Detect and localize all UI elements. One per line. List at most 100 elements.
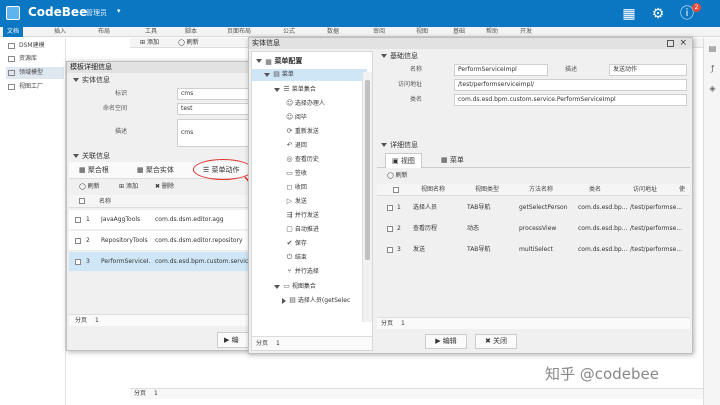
tree-scrollbar[interactable]	[362, 72, 372, 322]
tree-node-retract[interactable]: ◻ 收回	[286, 182, 307, 194]
menu-item-formula[interactable]: 公式	[283, 27, 295, 37]
table-row[interactable]: 1 JavaAggTools com.ds.dsm.editor.agg	[69, 210, 251, 230]
tree-node-resend[interactable]: ⟳ 重新发送	[286, 126, 319, 138]
menu-item-layout[interactable]: 布局	[98, 27, 110, 37]
tree-node-return[interactable]: ↶ 退回	[286, 140, 307, 152]
tree-node-view-collection[interactable]: ▭ 视图集合	[274, 281, 316, 293]
tree-node-menu-config[interactable]: ▦ 菜单配置	[256, 55, 302, 67]
field-desc-input[interactable]: cms	[177, 119, 249, 147]
row-checkbox[interactable]	[387, 204, 393, 211]
bg-page-number[interactable]: 1	[154, 389, 158, 399]
tab-menu[interactable]: ▦ 菜单	[435, 153, 470, 167]
bg-refresh-button[interactable]: ◯ 刷新	[178, 38, 199, 48]
menu-item-review[interactable]: 审阅	[373, 27, 385, 37]
row-checkbox[interactable]	[75, 216, 81, 223]
related-toolbar: ◯ 刷新 ⊞ 添加 ✖ 删除	[69, 181, 251, 193]
tree-node-sign[interactable]: ▭ 签收	[286, 168, 307, 180]
nav-item-repository[interactable]: 资源库	[6, 53, 64, 65]
properties-icon[interactable]: ▤	[708, 44, 717, 53]
table-row[interactable]: 1 选择人员 TAB导航 getSelectPerson com.ds.esd.…	[377, 198, 690, 218]
table-row[interactable]: 3 发送 TAB导航 multiSelect com.ds.esd.bp... …	[377, 240, 690, 260]
tree-node-save[interactable]: ✔ 保存	[286, 238, 307, 250]
row-url: /test/performse...	[630, 225, 683, 232]
field-id-input[interactable]: cms	[177, 88, 249, 100]
add-button[interactable]: ⊞ 添加	[119, 182, 138, 192]
user-name[interactable]: 管理员	[86, 8, 107, 18]
menu-item-help[interactable]: 帮助	[486, 27, 498, 37]
edit-button[interactable]: ▶ 编辑	[425, 334, 467, 349]
related-tabs: ▦ 聚合根 ▦ 聚合实体 ☰ 菜单动作	[69, 159, 253, 180]
nav-item-domain-model[interactable]: 领域模型	[6, 67, 64, 79]
url-input[interactable]: /test/performserviceimpl/	[454, 79, 687, 91]
tree-node-parallel-send[interactable]: ⇶ 并行发送	[286, 210, 319, 222]
row-view-name: 发送	[413, 246, 426, 253]
table-row[interactable]: 2 查看历程 动态 processView com.ds.esd.bp... /…	[377, 219, 690, 239]
row-checkbox[interactable]	[75, 258, 81, 265]
parallel-select-icon: ⑂	[287, 267, 292, 275]
page-number[interactable]: 1	[95, 316, 99, 326]
menu-item-data[interactable]: 数据	[327, 27, 339, 37]
table-row[interactable]: 2 RepositoryTools com.ds.dsm.editor.repo…	[69, 231, 251, 251]
basic-section-header[interactable]: 基础信息	[381, 51, 418, 61]
menu-item-base[interactable]: 基础	[453, 27, 465, 37]
background-pagination: 分页 1	[130, 388, 703, 399]
tree-label: 发送	[294, 198, 307, 205]
tab-aggregate-entity[interactable]: ▦ 聚合实体	[137, 165, 174, 175]
maximize-icon[interactable]	[667, 40, 674, 47]
row-checkbox[interactable]	[387, 246, 393, 253]
tree-node-send[interactable]: ▷ 发送	[286, 196, 307, 208]
row-index: 2	[86, 237, 90, 244]
table-row-selected[interactable]: 3 PerformServiceI... com.ds.esd.bpm.cust…	[69, 252, 251, 272]
menu-item-script[interactable]: 脚本	[185, 27, 197, 37]
nav-item-dsm[interactable]: DSM建模	[6, 40, 64, 52]
tree-node-menu[interactable]: ▤ 菜单	[252, 69, 367, 81]
tree-node-select-person[interactable]: ▤ 选择人员(getSelec	[282, 295, 350, 307]
select-all-checkbox[interactable]	[79, 198, 85, 204]
tree-scrollbar-thumb[interactable]	[365, 80, 370, 260]
tree-node-read-done[interactable]: ☺ 阅毕	[286, 112, 307, 124]
bg-add-button[interactable]: ⊞ 添加	[140, 38, 159, 48]
menu-item-view[interactable]: 视图	[416, 27, 428, 37]
field-namespace-input[interactable]: test	[177, 103, 249, 115]
entity-section-header[interactable]: 实体信息	[73, 75, 110, 85]
menu-item-doc[interactable]: 文档	[3, 27, 24, 37]
expand-right-icon	[282, 297, 286, 304]
row-path: com.ds.dsm.editor.repository	[155, 237, 243, 244]
menu-item-insert[interactable]: 插入	[54, 27, 66, 37]
row-checkbox[interactable]	[387, 225, 393, 232]
class-input[interactable]: com.ds.esd.bpm.custom.service.PerformSer…	[454, 94, 687, 106]
tree-node-menu-collection[interactable]: ☰ 菜单集合	[274, 84, 316, 96]
template-edit-button[interactable]: ▶ 编	[217, 332, 251, 348]
user-menu-caret[interactable]: ▾	[117, 7, 121, 15]
detail-section-header[interactable]: 详细信息	[381, 140, 418, 150]
dsm-icon	[8, 43, 15, 49]
page-number[interactable]: 1	[401, 319, 405, 329]
select-all-checkbox[interactable]	[393, 187, 399, 193]
menu-item-tools[interactable]: 工具	[145, 27, 157, 37]
tree-node-parallel-select[interactable]: ⑂ 并行选择	[286, 266, 319, 278]
style-icon[interactable]: ◈	[708, 84, 717, 93]
tree-node-select-handler[interactable]: ☺ 选择办理人	[286, 98, 325, 110]
close-button[interactable]: ✖ 关闭	[475, 334, 517, 349]
row-checkbox[interactable]	[75, 237, 81, 244]
menu-item-dev[interactable]: 开发	[520, 27, 532, 37]
formula-icon[interactable]: ƒ	[708, 64, 717, 73]
detail-refresh-button[interactable]: ◯ 刷新	[387, 171, 408, 181]
desc-input[interactable]: 发送动作	[609, 64, 687, 76]
related-section-header[interactable]: 关联信息	[73, 151, 110, 161]
page-number[interactable]: 1	[276, 339, 280, 349]
nav-item-view-factory[interactable]: 视图工厂	[6, 81, 64, 93]
grid-icon[interactable]: ▦	[621, 6, 637, 22]
gear-icon[interactable]: ⚙	[650, 6, 666, 22]
menu-item-page-layout[interactable]: 页面布局	[227, 27, 251, 37]
close-icon[interactable]: ×	[679, 38, 687, 48]
delete-button[interactable]: ✖ 删除	[155, 182, 174, 192]
tree-node-history[interactable]: ◎ 查看历史	[286, 154, 319, 166]
refresh-button[interactable]: ◯ 刷新	[79, 182, 100, 192]
tab-view[interactable]: ▣ 视图	[385, 153, 422, 168]
tab-aggregate-root[interactable]: ▦ 聚合根	[79, 165, 109, 175]
tree-node-end[interactable]: ⏻ 结束	[286, 252, 307, 264]
tab-label: 聚合实体	[145, 166, 174, 174]
tree-node-auto-advance[interactable]: ▢ 自动推进	[286, 224, 319, 236]
name-input[interactable]: PerformServiceImpl	[454, 64, 548, 76]
